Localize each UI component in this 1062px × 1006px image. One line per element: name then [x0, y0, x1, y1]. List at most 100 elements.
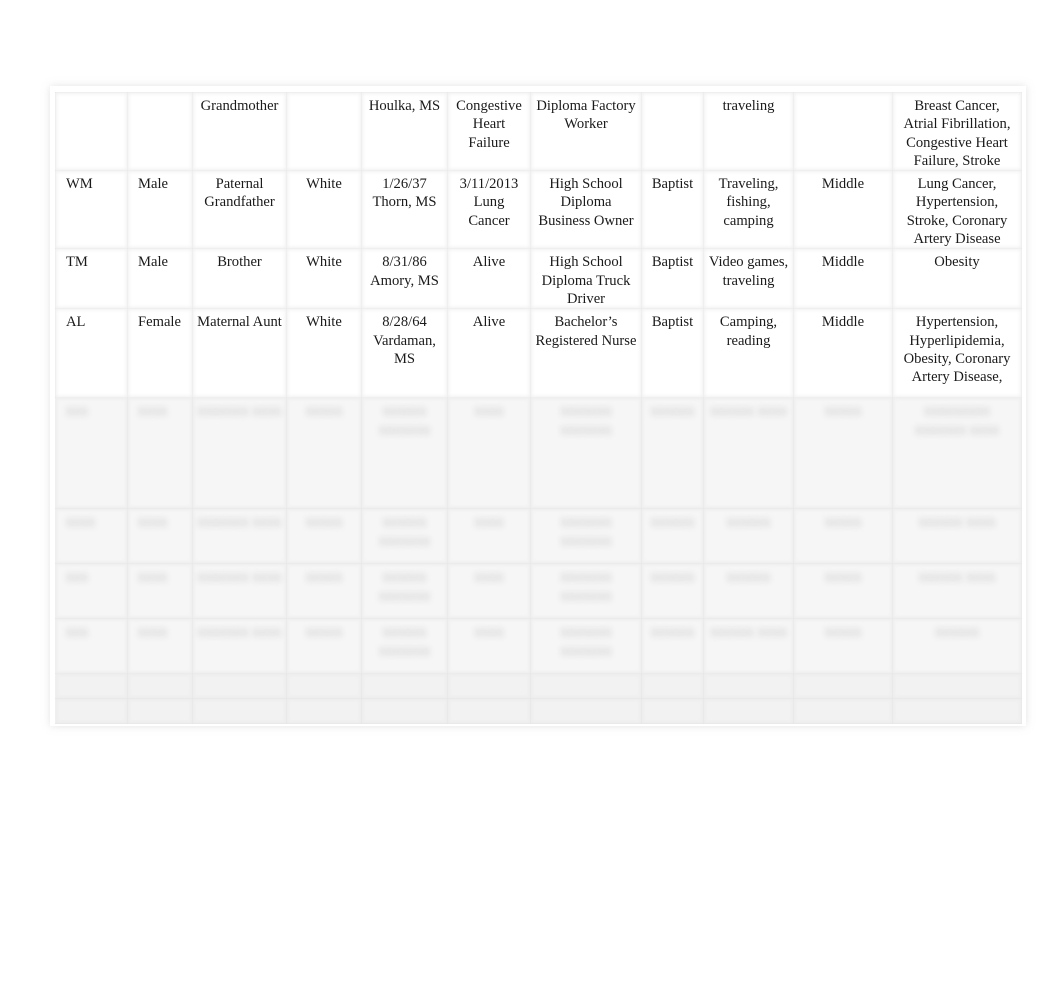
- cell-death: Congestive Heart Failure: [447, 91, 531, 172]
- obscured-text: xxxxxx: [650, 403, 695, 420]
- obscured-row: xxx xxxx xxxxxxx xxxx xxxxx xxxxxx xxxxx…: [55, 618, 1022, 675]
- empty-row: [55, 673, 1022, 700]
- cell-hobbies: Camping, reading: [703, 308, 794, 399]
- cell-hobbies: Video games, traveling: [703, 248, 794, 310]
- obscured-text: xxxxxx: [726, 569, 771, 586]
- obscured-text: xxxxxx xxxx: [710, 624, 787, 641]
- cell-health: Lung Cancer, Hypertension, Stroke, Coron…: [892, 170, 1022, 250]
- obscured-text: xxxxxx: [650, 514, 695, 531]
- obscured-text: xxxxxxx xxxx: [197, 403, 282, 420]
- obscured-text: xxxx: [66, 514, 96, 531]
- table-row: Grandmother Houlka, MS Congestive Heart …: [55, 91, 1022, 172]
- cell-ses: Middle: [793, 308, 893, 399]
- cell-health: Obesity: [892, 248, 1022, 310]
- cell-birth: 8/28/64 Vardaman, MS: [361, 308, 448, 399]
- cell-death: Alive: [447, 248, 531, 310]
- obscured-text: xxxxxx xxxxxxx: [378, 569, 431, 604]
- cell-initials: TM: [55, 248, 128, 310]
- cell-health: Hypertension, Hyperlipidemia, Obesity, C…: [892, 308, 1022, 399]
- obscured-text: xxxxxxx xxxx: [197, 569, 282, 586]
- document-page: Grandmother Houlka, MS Congestive Heart …: [55, 91, 1022, 725]
- obscured-text: xxxxxxx xxxxxxx: [560, 403, 612, 438]
- cell-relationship: Maternal Aunt: [192, 308, 287, 399]
- obscured-text: xxxxx: [305, 403, 343, 420]
- obscured-text: xxxx: [474, 624, 504, 641]
- cell-initials: WM: [55, 170, 128, 250]
- obscured-text: xxxxxx: [935, 624, 979, 641]
- obscured-text: xxxx: [474, 514, 504, 531]
- cell-death: Alive: [447, 308, 531, 399]
- cell-hobbies: traveling: [703, 91, 794, 172]
- obscured-text: xxxxxx xxxxxxx: [378, 403, 431, 438]
- family-history-table: Grandmother Houlka, MS Congestive Heart …: [55, 91, 1022, 725]
- cell-ses: Middle: [793, 248, 893, 310]
- cell-birth: 8/31/86 Amory, MS: [361, 248, 448, 310]
- obscured-text: xxxxx: [305, 624, 343, 641]
- cell-gender: Male: [127, 248, 193, 310]
- cell-relationship: Grandmother: [192, 91, 287, 172]
- obscured-text: xxxxxx: [650, 624, 695, 641]
- obscured-text: xxx: [66, 403, 88, 420]
- obscured-text: xxxx: [138, 624, 168, 641]
- obscured-text: xxxx: [474, 403, 504, 420]
- cell-hobbies: Traveling, fishing, camping: [703, 170, 794, 250]
- obscured-text: xxxxx: [824, 624, 862, 641]
- obscured-text: xxxxxxxxx xxxxxxx xxxx: [915, 403, 999, 438]
- cell-religion: [641, 91, 704, 172]
- obscured-text: xxxxxxx xxxx: [197, 624, 282, 641]
- cell-religion: Baptist: [641, 308, 704, 399]
- obscured-text: xxxxxxx xxxxxxx: [560, 569, 612, 604]
- obscured-text: xxxxxxx xxxx: [197, 514, 282, 531]
- cell-education: Bachelor’s Registered Nurse: [530, 308, 642, 399]
- cell-gender: [127, 91, 193, 172]
- cell-relationship: Brother: [192, 248, 287, 310]
- obscured-text: xxxx: [138, 569, 168, 586]
- cell-race: White: [286, 248, 362, 310]
- obscured-text: xxxxx: [305, 514, 343, 531]
- obscured-text: xxxxxx xxxx: [918, 514, 996, 531]
- obscured-text: xxxxxx: [726, 514, 771, 531]
- cell-religion: Baptist: [641, 170, 704, 250]
- cell-initials: AL: [55, 308, 128, 399]
- cell-birth: 1/26/37 Thorn, MS: [361, 170, 448, 250]
- obscured-text: xxxx: [138, 514, 168, 531]
- obscured-row: xxx xxxx xxxxxxx xxxx xxxxx xxxxxx xxxxx…: [55, 397, 1022, 510]
- cell-initials: [55, 91, 128, 172]
- obscured-text: xxxxxx xxxxxxx: [378, 514, 431, 549]
- cell-death: 3/11/2013 Lung Cancer: [447, 170, 531, 250]
- obscured-text: xxxxxxx xxxxxxx: [560, 624, 612, 659]
- table-row: WM Male Paternal Grandfather White 1/26/…: [55, 170, 1022, 250]
- obscured-text: xxxxx: [305, 569, 343, 586]
- cell-relationship: Paternal Grandfather: [192, 170, 287, 250]
- obscured-text: xxxxxx xxxx: [918, 569, 996, 586]
- obscured-text: xxxxxx xxxx: [710, 403, 787, 420]
- cell-education: High School Diploma Truck Driver: [530, 248, 642, 310]
- cell-ses: Middle: [793, 170, 893, 250]
- cell-health: Breast Cancer, Atrial Fibrillation, Cong…: [892, 91, 1022, 172]
- cell-race: [286, 91, 362, 172]
- obscured-text: xxxx: [138, 403, 168, 420]
- cell-gender: Female: [127, 308, 193, 399]
- obscured-text: xxxxxx xxxxxxx: [378, 624, 431, 659]
- cell-race: White: [286, 170, 362, 250]
- obscured-row: xxxx xxxx xxxxxxx xxxx xxxxx xxxxxx xxxx…: [55, 508, 1022, 565]
- obscured-text: xxxxx: [824, 569, 862, 586]
- table-row: TM Male Brother White 8/31/86 Amory, MS …: [55, 248, 1022, 310]
- obscured-text: xxx: [66, 624, 88, 641]
- obscured-text: xxxx: [474, 569, 504, 586]
- cell-religion: Baptist: [641, 248, 704, 310]
- obscured-text: xxxxx: [824, 514, 862, 531]
- obscured-text: xxx: [66, 569, 88, 586]
- cell-education: High School Diploma Business Owner: [530, 170, 642, 250]
- cell-gender: Male: [127, 170, 193, 250]
- cell-race: White: [286, 308, 362, 399]
- obscured-text: xxxxxxx xxxxxxx: [560, 514, 612, 549]
- cell-ses: [793, 91, 893, 172]
- table-row: AL Female Maternal Aunt White 8/28/64 Va…: [55, 308, 1022, 399]
- cell-birth: Houlka, MS: [361, 91, 448, 172]
- cell-education: Diploma Factory Worker: [530, 91, 642, 172]
- obscured-row: xxx xxxx xxxxxxx xxxx xxxxx xxxxxx xxxxx…: [55, 563, 1022, 620]
- obscured-text: xxxxxx: [650, 569, 695, 586]
- obscured-text: xxxxx: [824, 403, 862, 420]
- empty-row: [55, 698, 1022, 725]
